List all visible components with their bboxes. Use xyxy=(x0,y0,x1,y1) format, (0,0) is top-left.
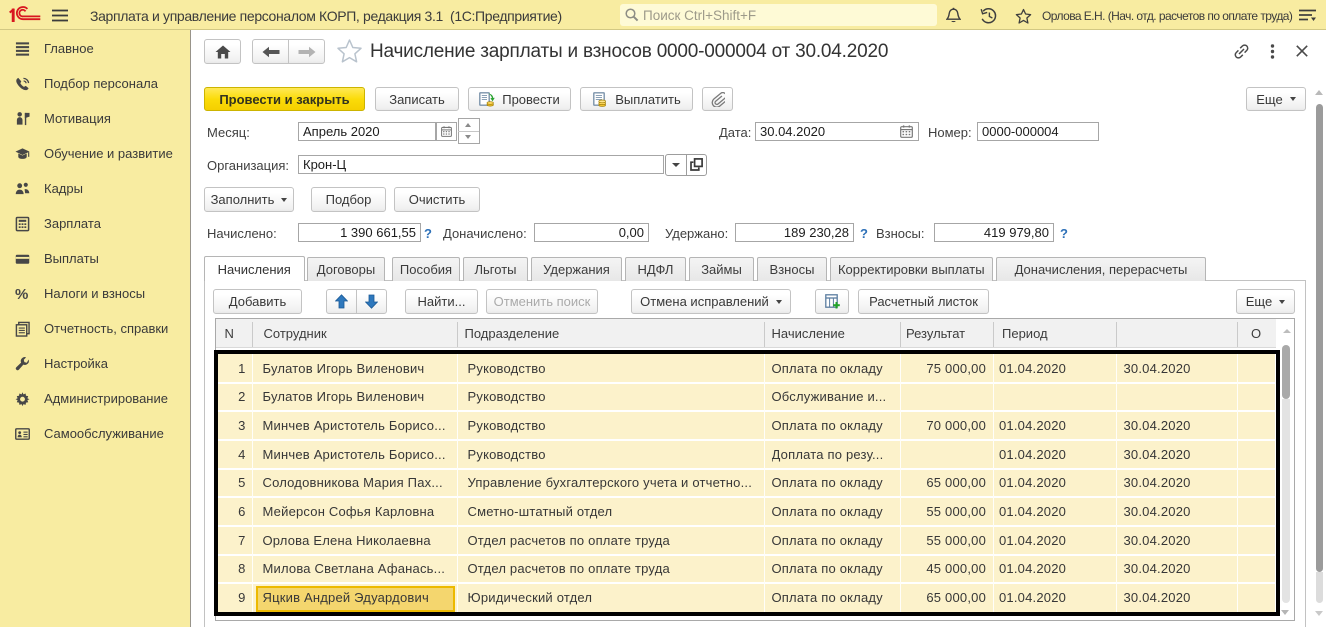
svg-text:%: % xyxy=(15,286,28,302)
